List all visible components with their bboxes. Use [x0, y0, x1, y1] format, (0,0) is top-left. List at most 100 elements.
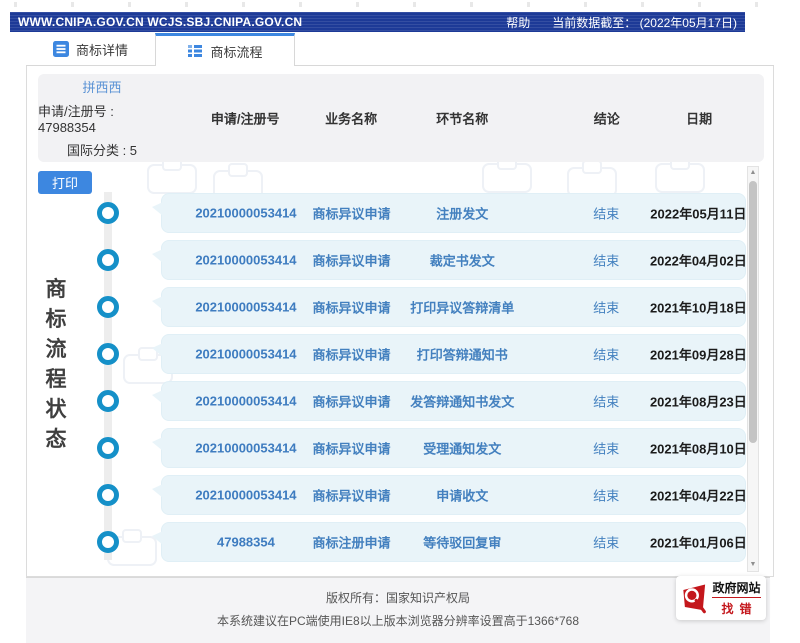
gov-error-report-badge[interactable]: 政府网站 找错	[676, 576, 766, 620]
tab-label: 商标流程	[210, 42, 262, 61]
tab-bar-filler	[295, 33, 774, 66]
table-row[interactable]: 47988354 商标注册申请 等待驳回复审 结束 2021年01月06日	[161, 522, 746, 562]
table-scrollbar[interactable]: ▲ ▼	[747, 166, 759, 572]
vertical-label-char: 流	[44, 333, 68, 363]
page-footer: 版权所有：国家知识产权局 本系统建议在PC端使用IE8以上版本浏览器分辨率设置高…	[26, 577, 770, 643]
vertical-label-char: 程	[44, 363, 68, 393]
watermark-shape	[655, 163, 705, 193]
timeline-node-icon	[97, 249, 119, 271]
cell-result: 结束	[593, 251, 619, 270]
registration-number-label: 申请/注册号 : 47988354	[38, 101, 166, 135]
table-row[interactable]: 20210000053414 商标异议申请 注册发文 结束 2022年05月11…	[161, 193, 746, 233]
header-band: 拼西西 申请/注册号 : 47988354 国际分类 : 5 申请/注册号 业务…	[38, 74, 764, 162]
cell-business: 商标异议申请	[312, 439, 390, 458]
timeline-node-icon	[97, 343, 119, 365]
magnifier-flag-icon	[681, 582, 709, 615]
content-container: 拼西西 申请/注册号 : 47988354 国际分类 : 5 申请/注册号 业务…	[26, 66, 774, 577]
table-row[interactable]: 20210000053414 商标异议申请 裁定书发文 结束 2022年04月0…	[161, 240, 746, 280]
cell-business: 商标异议申请	[312, 298, 390, 317]
cell-date: 2022年04月02日	[650, 251, 747, 270]
cell-step: 申请收文	[436, 486, 488, 505]
cell-business: 商标异议申请	[312, 204, 390, 223]
cell-app-no: 20210000053414	[195, 300, 296, 315]
badge-bottom-text: 找错	[715, 600, 757, 617]
cell-step: 注册发文	[436, 204, 488, 223]
cell-result: 结束	[593, 439, 619, 458]
cell-app-no: 20210000053414	[195, 206, 296, 221]
timeline-node-icon	[97, 531, 119, 553]
list-icon	[187, 43, 203, 59]
column-header-date: 日期	[686, 109, 712, 128]
intl-class-label: 国际分类 : 5	[67, 140, 137, 159]
table-row[interactable]: 20210000053414 商标异议申请 发答辩通知书发文 结束 2021年0…	[161, 381, 746, 421]
copyright-line: 版权所有：国家知识产权局	[26, 589, 770, 606]
cell-business: 商标异议申请	[312, 392, 390, 411]
tab-bar: 商标详情 商标流程	[26, 33, 774, 66]
badge-top-text: 政府网站	[712, 579, 760, 598]
cell-date: 2021年10月18日	[650, 298, 747, 317]
site-header-bar: WWW.CNIPA.GOV.CN WCJS.SBJ.CNIPA.GOV.CN 帮…	[10, 12, 745, 32]
cell-app-no: 20210000053414	[195, 347, 296, 362]
help-link[interactable]: 帮助	[506, 14, 530, 31]
cell-date: 2021年09月28日	[650, 345, 747, 364]
cell-step: 裁定书发文	[430, 251, 495, 270]
table-row[interactable]: 20210000053414 商标异议申请 申请收文 结束 2021年04月22…	[161, 475, 746, 515]
tab-trademark-details[interactable]: 商标详情	[26, 33, 155, 66]
trademark-name: 拼西西	[82, 77, 121, 96]
cell-date: 2021年08月10日	[650, 439, 747, 458]
cell-date: 2021年08月23日	[650, 392, 747, 411]
cell-app-no: 20210000053414	[195, 253, 296, 268]
timeline-node-icon	[97, 390, 119, 412]
cell-step: 打印答辩通知书	[417, 345, 508, 364]
watermark-shape	[482, 163, 532, 193]
scroll-down-arrow-icon[interactable]: ▼	[748, 559, 758, 571]
table-row[interactable]: 20210000053414 商标异议申请 打印答辩通知书 结束 2021年09…	[161, 334, 746, 374]
timeline-node-icon	[97, 437, 119, 459]
scrollbar-thumb[interactable]	[749, 181, 757, 443]
timeline-node-icon	[97, 202, 119, 224]
table-row[interactable]: 20210000053414 商标异议申请 打印异议答辩清单 结束 2021年1…	[161, 287, 746, 327]
table-row[interactable]: 20210000053414 商标异议申请 受理通知发文 结束 2021年08月…	[161, 428, 746, 468]
process-rows-list: 20210000053414 商标异议申请 注册发文 结束 2022年05月11…	[161, 193, 746, 569]
timeline-node-icon	[97, 296, 119, 318]
document-icon	[53, 41, 69, 57]
cell-date: 2021年01月06日	[650, 533, 747, 552]
column-header-app-no: 申请/注册号	[211, 109, 280, 128]
clipped-content-dashes	[14, 2, 786, 7]
table-header-row: 申请/注册号 业务名称 环节名称 结论 日期	[161, 74, 746, 162]
print-button[interactable]: 打印	[38, 171, 92, 194]
cell-result: 结束	[593, 533, 619, 552]
vertical-label-char: 状	[44, 393, 68, 423]
site-domains: WWW.CNIPA.GOV.CN WCJS.SBJ.CNIPA.GOV.CN	[18, 15, 302, 29]
cell-app-no: 20210000053414	[195, 488, 296, 503]
cell-app-no: 20210000053414	[195, 441, 296, 456]
cell-business: 商标异议申请	[312, 251, 390, 270]
cell-app-no: 20210000053414	[195, 394, 296, 409]
cell-result: 结束	[593, 204, 619, 223]
column-header-step: 环节名称	[436, 109, 488, 128]
vertical-label-char: 标	[44, 303, 68, 333]
watermark-shape	[147, 164, 197, 194]
cell-result: 结束	[593, 392, 619, 411]
cell-result: 结束	[593, 486, 619, 505]
cell-business: 商标注册申请	[312, 533, 390, 552]
tab-trademark-process[interactable]: 商标流程	[155, 33, 295, 66]
data-cutoff-label: 当前数据截至： (2022年05月17日)	[552, 14, 737, 31]
vertical-label-char: 商	[44, 273, 68, 303]
cell-app-no: 47988354	[217, 535, 275, 550]
trademark-info-panel: 拼西西 申请/注册号 : 47988354 国际分类 : 5	[38, 74, 166, 162]
browser-recommendation-line: 本系统建议在PC端使用IE8以上版本浏览器分辨率设置高于1366*768	[26, 612, 770, 629]
column-header-result: 结论	[594, 109, 620, 128]
cell-result: 结束	[593, 345, 619, 364]
cell-step: 等待驳回复审	[423, 533, 501, 552]
cell-result: 结束	[593, 298, 619, 317]
scroll-up-arrow-icon[interactable]: ▲	[748, 167, 758, 179]
vertical-label-char: 态	[44, 423, 68, 453]
cell-step: 打印异议答辩清单	[410, 298, 514, 317]
browser-edge-strip	[0, 0, 800, 12]
column-header-business: 业务名称	[325, 109, 377, 128]
cell-step: 受理通知发文	[423, 439, 501, 458]
cell-business: 商标异议申请	[312, 345, 390, 364]
cell-business: 商标异议申请	[312, 486, 390, 505]
cell-step: 发答辩通知书发文	[410, 392, 514, 411]
